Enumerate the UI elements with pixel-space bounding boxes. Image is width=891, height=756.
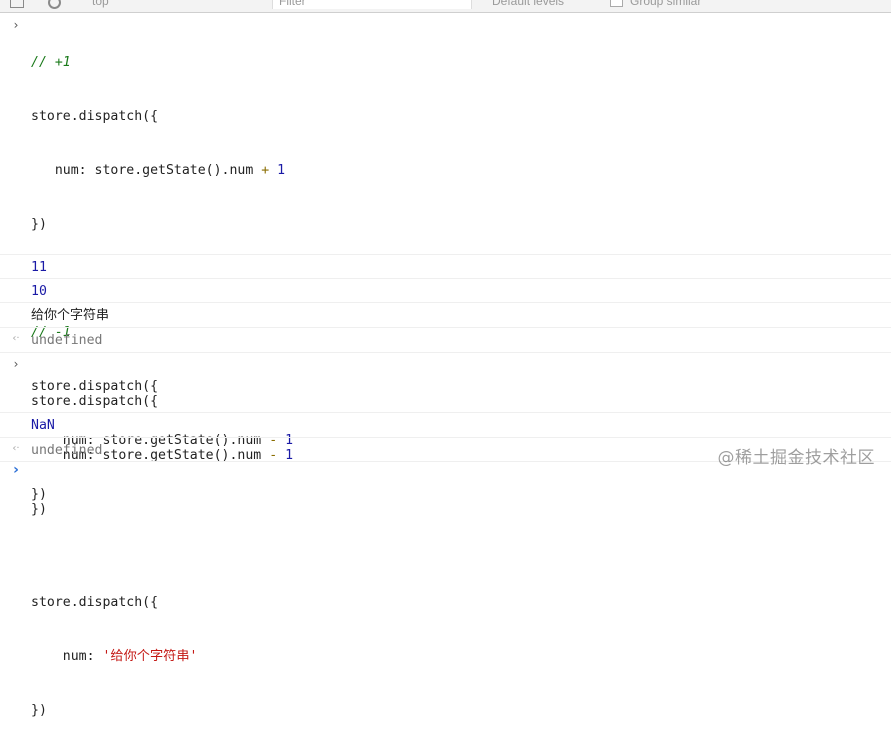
console-log-entry: 10: [0, 279, 891, 303]
code-line: store.dispatch({: [31, 109, 159, 124]
console-input-entry: › // +1 store.dispatch({ num: store.getS…: [0, 18, 891, 718]
log-levels-dropdown[interactable]: Default levels: [492, 0, 564, 8]
result-arrow-icon: ‹·: [12, 333, 20, 344]
console-log-entry: 给你个字符串: [0, 303, 891, 328]
log-value: 11: [31, 260, 47, 275]
log-value: NaN: [31, 418, 55, 433]
code-line: }): [31, 502, 47, 517]
code-line: store.dispatch({: [31, 595, 159, 610]
code-line: }): [31, 703, 47, 718]
code-string: '给你个字符串': [102, 649, 198, 664]
code-line: num: store.getState().num: [31, 163, 262, 178]
watermark: @稀土掘金技术社区: [717, 448, 875, 468]
console-toolbar: top Filter Default levels Group similar: [0, 0, 891, 13]
group-similar-label: Group similar: [630, 0, 702, 8]
clear-console-icon[interactable]: [48, 0, 61, 9]
result-value: undefined: [31, 443, 103, 458]
group-similar-checkbox[interactable]: [610, 0, 623, 7]
log-value: 10: [31, 284, 47, 299]
code-operator: +: [261, 163, 270, 178]
console-log-entry: 11: [0, 255, 891, 279]
code-comment: // +1: [31, 55, 71, 70]
result-value: undefined: [31, 333, 103, 348]
input-chevron-icon: ›: [13, 357, 19, 371]
console-log-entry: NaN: [0, 413, 891, 438]
sidebar-toggle-icon[interactable]: [10, 0, 24, 8]
prompt-chevron-icon: ›: [13, 462, 19, 478]
context-selector[interactable]: top: [92, 0, 109, 8]
result-arrow-icon: ‹·: [12, 443, 20, 454]
log-value: 给你个字符串: [31, 308, 110, 323]
code-line: num:: [31, 649, 103, 664]
input-chevron-icon: ›: [13, 18, 19, 32]
code-number: 1: [277, 163, 286, 178]
filter-input[interactable]: Filter: [272, 0, 472, 9]
code-line: }): [31, 217, 47, 232]
console-result-entry: ‹· undefined: [0, 328, 891, 353]
console-input-entry: › store.dispatch({ num: store.getState()…: [0, 353, 891, 517]
code-line: store.dispatch({: [31, 394, 159, 409]
